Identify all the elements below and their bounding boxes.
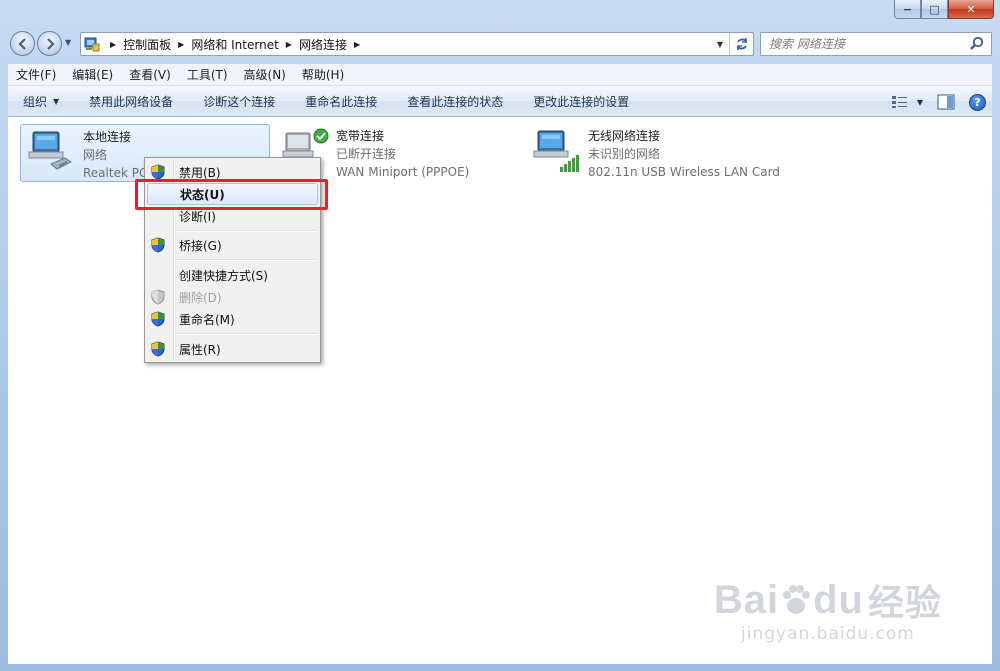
- preview-pane-icon[interactable]: [937, 94, 955, 110]
- arrow-left-icon: [17, 37, 26, 50]
- view-list-icon: [891, 96, 907, 108]
- highlight-annotation: [135, 179, 328, 210]
- ctx-label: 诊断(I): [179, 209, 216, 224]
- uac-shield-icon: [151, 311, 165, 327]
- menu-help[interactable]: 帮助(H): [294, 66, 352, 83]
- connection-item-wireless[interactable]: 无线网络连接 未识别的网络 802.11n USB Wireless LAN C…: [526, 124, 826, 182]
- menu-file[interactable]: 文件(F): [8, 66, 64, 83]
- ctx-label: 属性(R): [179, 342, 221, 357]
- menu-edit[interactable]: 编辑(E): [64, 66, 121, 83]
- recent-pages-dropdown[interactable]: ▼: [65, 38, 71, 47]
- wired-network-icon: [27, 128, 79, 176]
- navigation-bar: ▼ ▶ 控制面板 ▶ 网络和 Internet ▶ 网络连接 ▶ ▼ 搜索 网络…: [8, 30, 992, 58]
- address-dropdown[interactable]: ▼: [711, 40, 729, 49]
- help-icon[interactable]: ?: [969, 93, 986, 111]
- back-button[interactable]: [10, 31, 35, 56]
- wireless-network-icon: [532, 127, 584, 175]
- chevron-right-icon[interactable]: ▶: [178, 40, 184, 49]
- menu-advanced[interactable]: 高级(N): [236, 66, 294, 83]
- search-input[interactable]: [769, 37, 959, 51]
- connection-name: 无线网络连接: [588, 129, 661, 143]
- ctx-label: 删除(D): [179, 290, 222, 305]
- caption-buttons: − □ ✕: [894, 0, 994, 20]
- organize-label: 组织: [23, 94, 48, 109]
- breadcrumb-network-internet[interactable]: 网络和 Internet: [191, 36, 278, 53]
- chevron-right-icon[interactable]: ▶: [110, 40, 116, 49]
- ctx-separator: [177, 259, 317, 261]
- ctx-label: 桥接(G): [179, 238, 222, 253]
- uac-shield-icon: [151, 289, 165, 305]
- ctx-delete[interactable]: 删除(D): [147, 286, 318, 308]
- chevron-right-icon[interactable]: ▶: [286, 40, 292, 49]
- search-box[interactable]: [760, 32, 992, 56]
- ctx-separator: [177, 333, 317, 335]
- uac-shield-icon: [151, 237, 165, 253]
- ctx-properties[interactable]: 属性(R): [147, 338, 318, 360]
- menu-bar: 文件(F) 编辑(E) 查看(V) 工具(T) 高级(N) 帮助(H): [8, 64, 992, 86]
- ctx-bridge[interactable]: 桥接(G): [147, 234, 318, 256]
- connection-device: 802.11n USB Wireless LAN Card: [588, 165, 780, 179]
- breadcrumb-control-panel[interactable]: 控制面板: [123, 36, 171, 53]
- refresh-button[interactable]: [729, 33, 753, 55]
- chevron-down-icon: ▼: [53, 96, 60, 106]
- maximize-button[interactable]: □: [921, 0, 948, 19]
- ctx-label: 创建快捷方式(S): [179, 268, 268, 283]
- close-button[interactable]: ✕: [948, 0, 994, 19]
- forward-button[interactable]: [37, 31, 62, 56]
- breadcrumb-network-connections[interactable]: 网络连接: [299, 36, 347, 53]
- rename-button[interactable]: 重命名此连接: [290, 93, 392, 110]
- minimize-button[interactable]: −: [894, 0, 921, 19]
- change-settings-button[interactable]: 更改此连接的设置: [518, 93, 644, 110]
- connection-device: WAN Miniport (PPPOE): [336, 165, 470, 179]
- address-bar[interactable]: ▶ 控制面板 ▶ 网络和 Internet ▶ 网络连接 ▶ ▼: [80, 32, 754, 56]
- ctx-label: 重命名(M): [179, 312, 235, 327]
- search-icon[interactable]: [969, 36, 985, 52]
- connection-status: 已断开连接: [336, 147, 397, 161]
- breadcrumb: ▶ 控制面板 ▶ 网络和 Internet ▶ 网络连接 ▶: [103, 36, 367, 53]
- disable-device-button[interactable]: 禁用此网络设备: [74, 93, 188, 110]
- view-options-button[interactable]: ▼: [891, 95, 923, 109]
- ctx-rename[interactable]: 重命名(M): [147, 308, 318, 330]
- baidu-logo: Bai du 经验: [713, 577, 942, 624]
- chevron-down-icon: ▼: [916, 97, 923, 107]
- chevron-right-icon[interactable]: ▶: [354, 40, 360, 49]
- window-frame: − □ ✕ ▼ ▶ 控制面板 ▶ 网络和 Internet ▶ 网络连接 ▶ ▼…: [0, 0, 1000, 671]
- ctx-separator: [177, 230, 317, 232]
- uac-shield-icon: [151, 341, 165, 357]
- connection-name: 宽带连接: [336, 129, 385, 143]
- paw-icon: [783, 585, 811, 614]
- baidu-jingyan-watermark: Bai du 经验 jingyan.baidu.com: [713, 574, 942, 645]
- connection-status: 未识别的网络: [588, 147, 661, 161]
- menu-view[interactable]: 查看(V): [121, 66, 179, 83]
- ctx-create-shortcut[interactable]: 创建快捷方式(S): [147, 264, 318, 286]
- refresh-icon: [736, 38, 747, 50]
- view-status-button[interactable]: 查看此连接的状态: [392, 93, 518, 110]
- arrow-right-icon: [46, 37, 55, 50]
- connection-name: 本地连接: [83, 130, 132, 144]
- ctx-label: 禁用(B): [179, 165, 221, 180]
- organize-button[interactable]: 组织 ▼: [8, 93, 74, 110]
- menu-tools[interactable]: 工具(T): [179, 66, 236, 83]
- uac-shield-icon: [151, 164, 165, 180]
- diagnose-button[interactable]: 诊断这个连接: [188, 93, 290, 110]
- command-bar: 组织 ▼ 禁用此网络设备 诊断这个连接 重命名此连接 查看此连接的状态 更改此连接…: [8, 86, 992, 117]
- control-panel-icon: [81, 36, 103, 52]
